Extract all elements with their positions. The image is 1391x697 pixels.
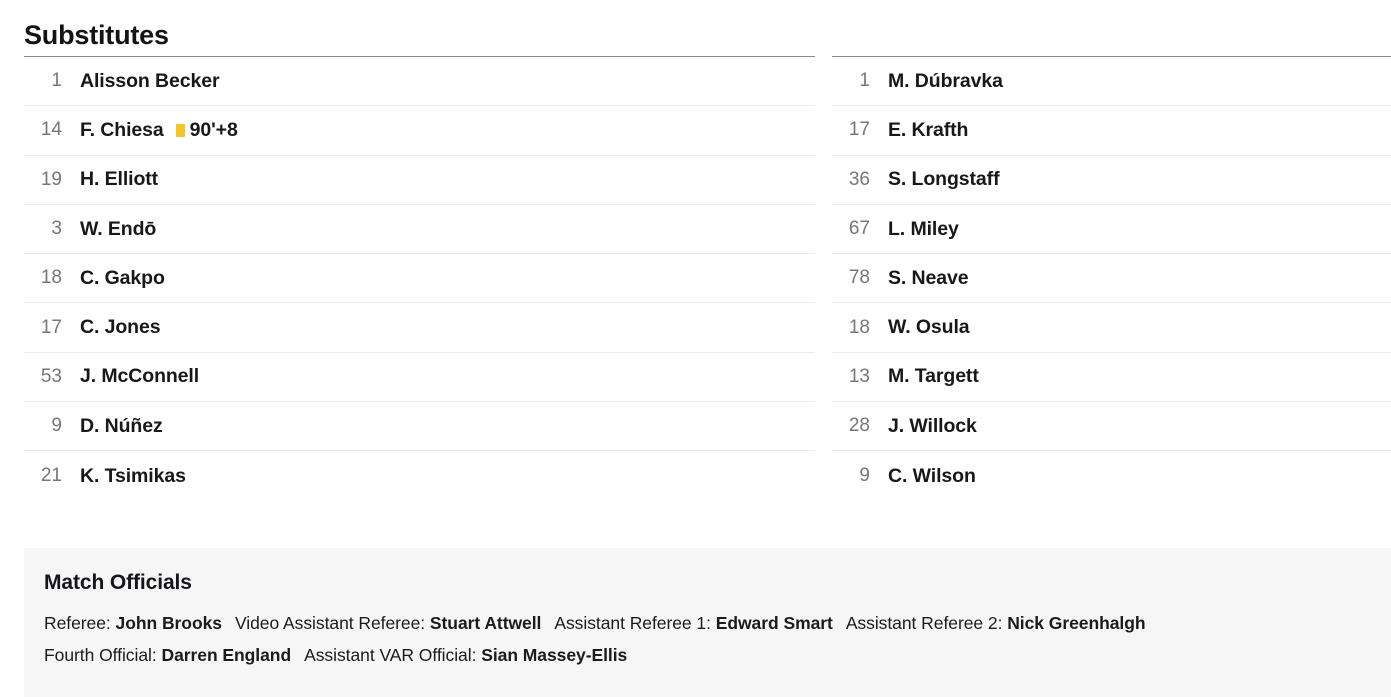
shirt-number: 1 xyxy=(859,70,870,92)
officials-line: Referee: John Brooks Video Assistant Refe… xyxy=(44,607,1371,639)
player-name[interactable]: J. Willock xyxy=(888,415,977,438)
shirt-number: 14 xyxy=(40,119,62,141)
home-substitutes-list: 1 Alisson Becker 14 F. Chiesa 90'+8 19 H. Elli… xyxy=(24,56,815,501)
table-row[interactable]: 18 W. Osula xyxy=(832,303,1391,353)
table-row[interactable]: 53 J. McConnell xyxy=(24,353,815,403)
table-row[interactable]: 36 S. Longstaff xyxy=(832,156,1391,205)
official-name: Darren England xyxy=(161,645,292,665)
shirt-number: 9 xyxy=(859,465,870,487)
official-name: Stuart Attwell xyxy=(429,613,542,633)
official-role: Assistant Referee 1: xyxy=(554,613,711,633)
player-name[interactable]: D. Núñez xyxy=(80,415,163,438)
official-entry: Assistant Referee 2: Nick Greenhalgh xyxy=(846,613,1146,633)
table-row[interactable]: 1 M. Dúbravka xyxy=(832,57,1391,107)
table-row[interactable]: 9 C. Wilson xyxy=(832,451,1391,500)
player-name[interactable]: S. Longstaff xyxy=(888,168,1000,191)
shirt-number: 21 xyxy=(40,465,62,487)
official-entry: Assistant Referee 1: Edward Smart xyxy=(554,613,833,633)
official-role: Fourth Official: xyxy=(44,645,157,665)
table-row[interactable]: 17 E. Krafth xyxy=(832,106,1391,156)
player-event: 90'+8 xyxy=(175,118,238,142)
table-row[interactable]: 28 J. Willock xyxy=(832,402,1391,452)
shirt-number: 19 xyxy=(40,168,62,190)
substitutes-columns: 1 Alisson Becker 14 F. Chiesa 90'+8 19 H. Elli… xyxy=(0,56,1391,501)
official-name: Edward Smart xyxy=(715,613,833,633)
official-role: Video Assistant Referee: xyxy=(234,613,426,633)
official-entry: Assistant VAR Official: Sian Massey-Elli… xyxy=(304,645,627,665)
away-substitutes-list: 1 M. Dúbravka 17 E. Krafth 36 S. Longstaff 67 L… xyxy=(832,56,1391,501)
shirt-number: 67 xyxy=(848,218,870,240)
player-name[interactable]: H. Elliott xyxy=(80,168,158,191)
officials-line: Fourth Official: Darren England Assistant… xyxy=(44,639,1371,671)
shirt-number: 1 xyxy=(51,70,62,92)
official-entry: Video Assistant Referee: Stuart Attwell xyxy=(235,613,541,633)
shirt-number: 53 xyxy=(40,365,62,387)
official-role: Assistant VAR Official: xyxy=(304,645,477,665)
table-row[interactable]: 78 S. Neave xyxy=(832,254,1391,304)
shirt-number: 17 xyxy=(40,316,62,338)
table-row[interactable]: 13 M. Targett xyxy=(832,353,1391,403)
official-name: Sian Massey-Ellis xyxy=(481,645,628,665)
official-role: Assistant Referee 2: xyxy=(845,613,1003,633)
shirt-number: 28 xyxy=(848,415,870,437)
shirt-number: 3 xyxy=(51,218,62,240)
shirt-number: 13 xyxy=(848,365,870,387)
player-name[interactable]: W. Osula xyxy=(888,316,970,339)
match-officials-title: Match Officials xyxy=(44,571,192,594)
official-entry: Referee: John Brooks xyxy=(44,613,222,633)
table-row[interactable]: 21 K. Tsimikas xyxy=(24,451,815,500)
player-name[interactable]: K. Tsimikas xyxy=(80,465,186,488)
shirt-number: 78 xyxy=(848,267,870,289)
official-name: John Brooks xyxy=(115,613,222,633)
official-role: Referee: xyxy=(44,613,111,633)
event-time: 90'+8 xyxy=(189,118,238,141)
table-row[interactable]: 67 L. Miley xyxy=(832,205,1391,255)
player-name[interactable]: F. Chiesa xyxy=(80,119,164,142)
table-row[interactable]: 18 C. Gakpo xyxy=(24,254,815,304)
official-entry: Fourth Official: Darren England xyxy=(44,645,291,665)
player-name[interactable]: C. Wilson xyxy=(888,465,976,488)
player-name[interactable]: E. Krafth xyxy=(888,119,968,142)
away-substitutes-column: 1 M. Dúbravka 17 E. Krafth 36 S. Longstaff 67 L… xyxy=(832,56,1391,501)
shirt-number: 18 xyxy=(848,316,870,338)
match-officials-lines: Referee: John Brooks Video Assistant Refe… xyxy=(44,607,1371,671)
table-row[interactable]: 17 C. Jones xyxy=(24,303,815,353)
player-name[interactable]: L. Miley xyxy=(888,218,959,241)
table-row[interactable]: 3 W. Endō xyxy=(24,205,815,255)
player-name[interactable]: M. Dúbravka xyxy=(888,70,1003,93)
shirt-number: 18 xyxy=(40,267,62,289)
player-name[interactable]: C. Jones xyxy=(80,316,161,339)
table-row[interactable]: 1 Alisson Becker xyxy=(24,57,815,107)
player-name[interactable]: C. Gakpo xyxy=(80,267,165,290)
player-name[interactable]: W. Endō xyxy=(80,218,156,241)
yellow-card-icon xyxy=(175,123,185,137)
table-row[interactable]: 19 H. Elliott xyxy=(24,156,815,205)
official-name: Nick Greenhalgh xyxy=(1007,613,1146,633)
player-name[interactable]: M. Targett xyxy=(888,365,979,388)
player-name[interactable]: J. McConnell xyxy=(80,365,199,388)
page-title: Substitutes xyxy=(24,20,169,50)
player-name[interactable]: Alisson Becker xyxy=(80,70,220,93)
home-substitutes-column: 1 Alisson Becker 14 F. Chiesa 90'+8 19 H. Elli… xyxy=(24,56,815,501)
table-row[interactable]: 14 F. Chiesa 90'+8 xyxy=(24,106,815,156)
match-officials-panel: Match Officials Referee: John Brooks Vide… xyxy=(24,548,1391,697)
shirt-number: 17 xyxy=(848,119,870,141)
shirt-number: 9 xyxy=(51,415,62,437)
table-row[interactable]: 9 D. Núñez xyxy=(24,402,815,452)
player-name[interactable]: S. Neave xyxy=(888,267,969,290)
shirt-number: 36 xyxy=(848,168,870,190)
